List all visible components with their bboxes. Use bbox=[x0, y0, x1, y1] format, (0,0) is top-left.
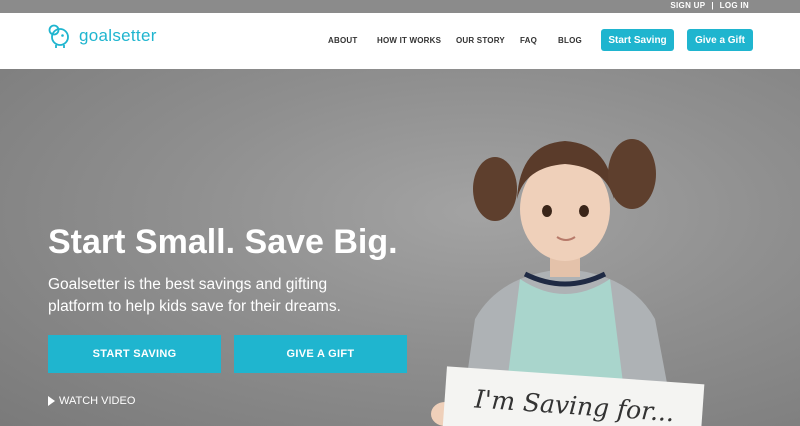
site-header: goalsetter ABOUT HOW IT WORKS OUR STORY … bbox=[0, 13, 800, 69]
account-links: SIGN UP | LOG IN bbox=[670, 1, 749, 10]
play-icon bbox=[48, 396, 55, 406]
nav-our-story[interactable]: OUR STORY bbox=[456, 36, 505, 45]
hero-section: I'm Saving for... Start Small. Save Big.… bbox=[0, 69, 800, 426]
logo[interactable]: goalsetter bbox=[47, 23, 157, 49]
hero-subtext: Goalsetter is the best savings and gifti… bbox=[48, 276, 341, 315]
logo-text: goalsetter bbox=[79, 26, 157, 45]
nav-how-it-works[interactable]: HOW IT WORKS bbox=[377, 36, 441, 45]
hero-headline: Start Small. Save Big. bbox=[48, 223, 398, 261]
hero-give-gift-button[interactable]: GIVE A GIFT bbox=[234, 335, 407, 373]
start-saving-button[interactable]: Start Saving bbox=[601, 29, 674, 51]
nav-blog[interactable]: BLOG bbox=[558, 36, 582, 45]
utility-bar: SIGN UP | LOG IN bbox=[0, 0, 800, 13]
hero-start-saving-button[interactable]: START SAVING bbox=[48, 335, 221, 373]
sign-up-link[interactable]: SIGN UP bbox=[670, 1, 705, 10]
link-separator: | bbox=[711, 1, 714, 10]
nav-about[interactable]: ABOUT bbox=[328, 36, 357, 45]
watch-video-label: WATCH VIDEO bbox=[59, 395, 136, 407]
watch-video-link[interactable]: WATCH VIDEO bbox=[48, 395, 135, 407]
give-gift-button[interactable]: Give a Gift bbox=[687, 29, 753, 51]
log-in-link[interactable]: LOG IN bbox=[720, 1, 749, 10]
hero-child-photo: I'm Saving for... bbox=[431, 139, 705, 426]
piggy-bank-icon bbox=[48, 24, 69, 48]
nav-faq[interactable]: FAQ bbox=[520, 36, 537, 45]
